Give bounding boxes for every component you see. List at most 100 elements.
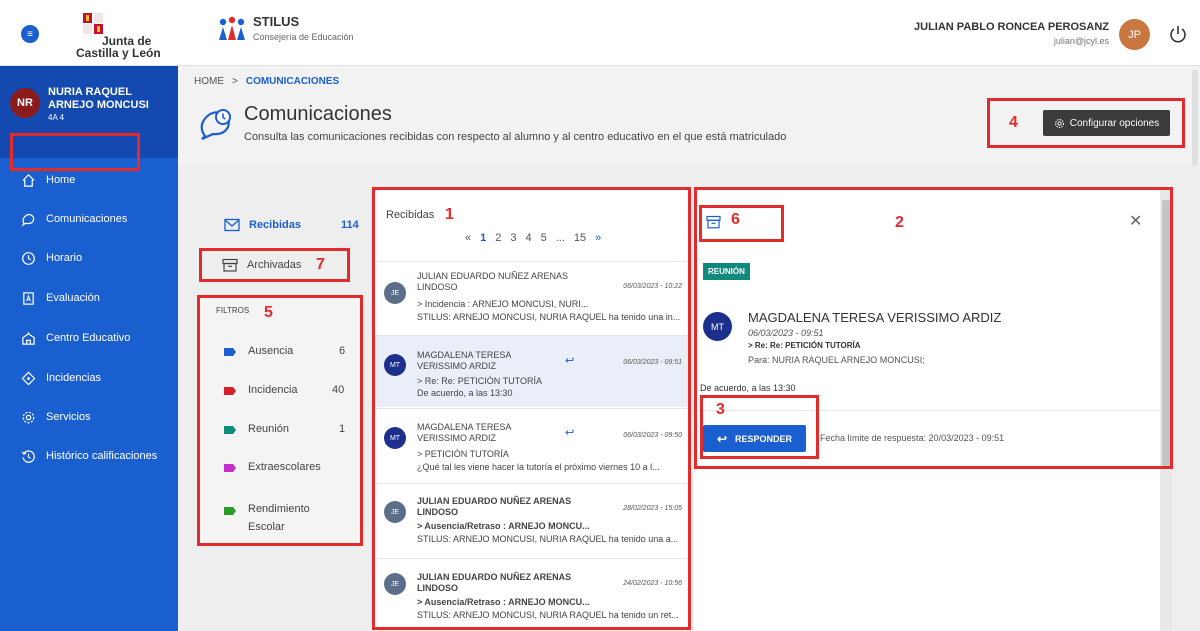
- message-subject: > Incidencia : ARNEJO MONCUSI, NURI...: [417, 299, 589, 309]
- filter-label: Ausencia: [248, 345, 294, 357]
- stilus-logo-icon: [219, 16, 245, 40]
- filter-ausencia[interactable]: Ausencia 6: [224, 345, 345, 357]
- list-title: Recibidas: [386, 209, 435, 221]
- sidebar-item-comunicaciones[interactable]: Comunicaciones: [20, 209, 127, 229]
- power-icon[interactable]: [1168, 24, 1188, 44]
- jcyl-logo[interactable]: Junta de Castilla y León: [76, 10, 186, 60]
- list-item-selected[interactable]: MT MAGDALENA TERESA VERISSIMO ARDIZ ↩ 06…: [375, 335, 688, 407]
- configure-options-button[interactable]: Configurar opciones: [1043, 110, 1170, 136]
- sidebar-item-label: Incidencias: [46, 372, 102, 384]
- pager-page[interactable]: 2: [495, 232, 501, 244]
- annotation-number: 2: [895, 214, 904, 231]
- message-preview: STILUS: ARNEJO MONCUSI, NURIA RAQUEL ha …: [417, 534, 679, 544]
- filter-reunion[interactable]: Reunión 1: [224, 423, 345, 435]
- pagination: « 1 2 3 4 5 ... 15 »: [465, 232, 610, 244]
- message-preview: STILUS: ARNEJO MONCUSI, NURIA RAQUEL ha …: [417, 610, 679, 620]
- pager-page[interactable]: 1: [480, 232, 486, 244]
- pager-next[interactable]: »: [595, 232, 601, 244]
- pager-prev[interactable]: «: [465, 232, 471, 244]
- gear-icon: [20, 409, 36, 425]
- archive-icon[interactable]: [706, 215, 721, 229]
- filter-extraescolares[interactable]: Extraescolares: [224, 461, 321, 473]
- pager-page[interactable]: 15: [574, 232, 586, 244]
- mail-icon: [224, 218, 240, 232]
- close-icon[interactable]: ✕: [1129, 211, 1142, 231]
- sidebar-item-label: Comunicaciones: [46, 213, 128, 225]
- list-item[interactable]: JE JULIAN EDUARDO NUÑEZ ARENAS LINDOSO 2…: [375, 483, 688, 557]
- breadcrumb-current: COMUNICACIONES: [245, 76, 340, 87]
- avatar: MT: [703, 312, 732, 341]
- avatar: MT: [384, 354, 406, 376]
- clock-icon: [20, 250, 36, 266]
- sidebar-item-label: Centro Educativo: [46, 332, 131, 344]
- reply-label: RESPONDER: [735, 433, 793, 444]
- folder-received[interactable]: Recibidas 114: [224, 218, 364, 232]
- warning-icon: [20, 370, 36, 386]
- configure-options-label: Configurar opciones: [1069, 117, 1160, 129]
- annotation-number: 6: [731, 211, 740, 228]
- detail-subject: > Re: Re: PETICIÓN TUTORÍA: [748, 341, 861, 350]
- sidebar-item-horario[interactable]: Horario: [20, 248, 82, 268]
- list-item[interactable]: JE JULIAN EDUARDO NUÑEZ ARENAS LINDOSO 2…: [375, 558, 688, 628]
- top-bar: ≡ Junta de Castilla y León STILUS Consej…: [0, 0, 1200, 66]
- highlight-comunicaciones: [10, 133, 140, 171]
- student-avatar: NR: [10, 88, 40, 118]
- detail-date: 06/03/2023 - 09:51: [748, 328, 824, 338]
- sidebar-item-servicios[interactable]: Servicios: [20, 407, 91, 427]
- student-group: 4A 4: [48, 113, 65, 122]
- student-name: NURIA RAQUEL ARNEJO MONCUSI: [48, 86, 149, 111]
- message-sender: JULIAN EDUARDO NUÑEZ ARENAS LINDOSO: [417, 572, 572, 593]
- pager-page[interactable]: 3: [510, 232, 516, 244]
- sidebar-item-evaluacion[interactable]: Evaluación: [20, 288, 100, 308]
- reply-deadline: Fecha límite de respuesta: 20/03/2023 - …: [820, 433, 1005, 443]
- pager-page[interactable]: 4: [526, 232, 532, 244]
- avatar: MT: [384, 427, 406, 449]
- sidebar-item-historico[interactable]: Histórico calificaciones: [20, 446, 157, 466]
- message-sender: JULIAN EDUARDO NUÑEZ ARENAS LINDOSO: [417, 271, 569, 292]
- avatar: JE: [384, 282, 406, 304]
- message-date: 06/03/2023 - 09:50: [623, 432, 682, 439]
- grade-icon: [20, 290, 36, 306]
- reply-icon: ↩: [716, 431, 728, 446]
- tag-icon: [224, 387, 236, 395]
- message-subject: > Re: Re: PETICIÓN TUTORÍA: [417, 376, 542, 386]
- user-avatar[interactable]: JP: [1119, 19, 1150, 50]
- filter-label: Incidencia: [248, 384, 298, 396]
- filter-label: Reunión: [248, 423, 289, 435]
- list-item[interactable]: JE JULIAN EDUARDO NUÑEZ ARENAS LINDOSO 0…: [375, 261, 688, 334]
- annotation-number: 1: [445, 206, 454, 223]
- user-email: julian@jcyl.es: [1053, 36, 1109, 46]
- communications-icon: [200, 109, 231, 141]
- user-name: JULIAN PABLO RONCEA PEROSANZ: [914, 21, 1109, 33]
- folder-archived[interactable]: Archivadas: [199, 248, 350, 282]
- pager-page[interactable]: 5: [541, 232, 547, 244]
- home-icon: [20, 172, 36, 188]
- detail-recipient: Para: NURIA RAQUEL ARNEJO MONCUSI;: [748, 355, 925, 365]
- breadcrumb-home[interactable]: HOME: [194, 76, 224, 87]
- menu-icon[interactable]: ≡: [21, 25, 39, 43]
- category-badge: REUNIÓN: [703, 263, 750, 280]
- filter-rendimiento[interactable]: Rendimiento Escolar: [224, 500, 324, 536]
- gear-icon: [1054, 118, 1064, 128]
- message-subject: > Ausencia/Retraso : ARNEJO MONCU...: [417, 597, 590, 607]
- sidebar-item-incidencias[interactable]: Incidencias: [20, 368, 101, 388]
- reply-button[interactable]: ↩ RESPONDER: [703, 425, 806, 452]
- tag-icon: [224, 426, 236, 434]
- avatar: JE: [384, 501, 406, 523]
- breadcrumb: HOME > COMUNICACIONES: [194, 76, 339, 87]
- archive-icon: [222, 258, 238, 272]
- sidebar-item-centro-educativo[interactable]: Centro Educativo: [20, 328, 130, 348]
- message-date: 06/03/2023 - 10:22: [623, 283, 682, 290]
- chat-icon: [20, 211, 36, 227]
- filter-label: Extraescolares: [248, 461, 321, 473]
- filter-incidencia[interactable]: Incidencia 40: [224, 384, 344, 396]
- tag-icon: [224, 507, 236, 515]
- history-icon: [20, 448, 36, 464]
- annotation-number: 3: [716, 401, 725, 418]
- list-item[interactable]: MT MAGDALENA TERESA VERISSIMO ARDIZ ↩ 06…: [375, 408, 688, 482]
- coat-of-arms-icon: [83, 13, 103, 34]
- message-subject: > PETICIÓN TUTORÍA: [417, 449, 509, 459]
- message-date: 28/02/2023 - 15:05: [623, 505, 682, 512]
- annotation-number: 7: [316, 256, 325, 273]
- sidebar-item-home[interactable]: Home: [20, 170, 75, 190]
